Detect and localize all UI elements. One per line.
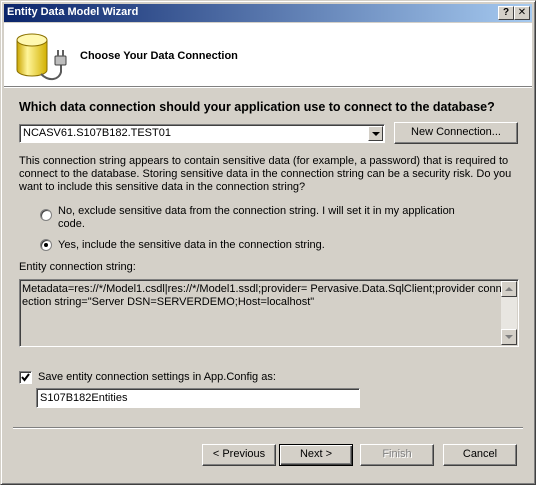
window-title: Entity Data Model Wizard [7, 6, 139, 18]
arrow-down-icon [505, 335, 513, 339]
arrow-up-icon [505, 287, 513, 291]
previous-button[interactable]: < Previous [202, 444, 276, 466]
database-plug-icon [16, 33, 67, 80]
dropdown-arrow-button[interactable] [368, 126, 383, 141]
scroll-up-button[interactable] [501, 281, 517, 297]
app-config-name-value: S107B182Entities [40, 392, 128, 404]
footer-divider-highlight [13, 428, 523, 429]
radio-include-label[interactable]: Yes, include the sensitive data in the c… [58, 239, 325, 252]
help-button[interactable]: ? [498, 6, 514, 20]
wizard-header: Choose Your Data Connection [4, 23, 532, 86]
page-title: Choose Your Data Connection [80, 50, 238, 62]
new-connection-button[interactable]: New Connection... [394, 122, 518, 144]
entity-string-label: Entity connection string: [19, 261, 136, 273]
cancel-button[interactable]: Cancel [443, 444, 517, 466]
radio-selected-dot [44, 243, 48, 247]
scroll-down-button[interactable] [501, 329, 517, 345]
save-settings-checkbox[interactable] [19, 371, 32, 384]
save-settings-label[interactable]: Save entity connection settings in App.C… [38, 371, 276, 383]
app-config-name-input[interactable]: S107B182Entities [36, 388, 360, 408]
chevron-down-icon [372, 132, 380, 136]
radio-exclude-label[interactable]: No, exclude sensitive data from the conn… [58, 205, 468, 231]
vertical-scrollbar[interactable] [501, 281, 517, 345]
connection-dropdown-value: NCASV61.S107B182.TEST01 [23, 127, 171, 139]
title-bar[interactable]: Entity Data Model Wizard ? ✕ [4, 4, 532, 22]
sensitive-data-description: This connection string appears to contai… [19, 155, 512, 193]
finish-button[interactable]: Finish [360, 444, 434, 466]
close-button[interactable]: ✕ [514, 6, 530, 20]
header-divider-highlight [4, 87, 532, 88]
connection-dropdown[interactable]: NCASV61.S107B182.TEST01 [19, 124, 385, 143]
next-button[interactable]: Next > [279, 444, 353, 466]
connection-question: Which data connection should your applic… [19, 100, 495, 114]
checkmark-icon [21, 373, 30, 382]
wizard-window: Entity Data Model Wizard ? ✕ Choose Your… [0, 0, 536, 485]
radio-include-sensitive[interactable] [40, 239, 52, 251]
entity-connection-string-box[interactable]: Metadata=res://*/Model1.csdl|res://*/Mod… [19, 279, 519, 347]
entity-connection-string-text: Metadata=res://*/Model1.csdl|res://*/Mod… [22, 283, 502, 308]
radio-exclude-sensitive[interactable] [40, 209, 52, 221]
